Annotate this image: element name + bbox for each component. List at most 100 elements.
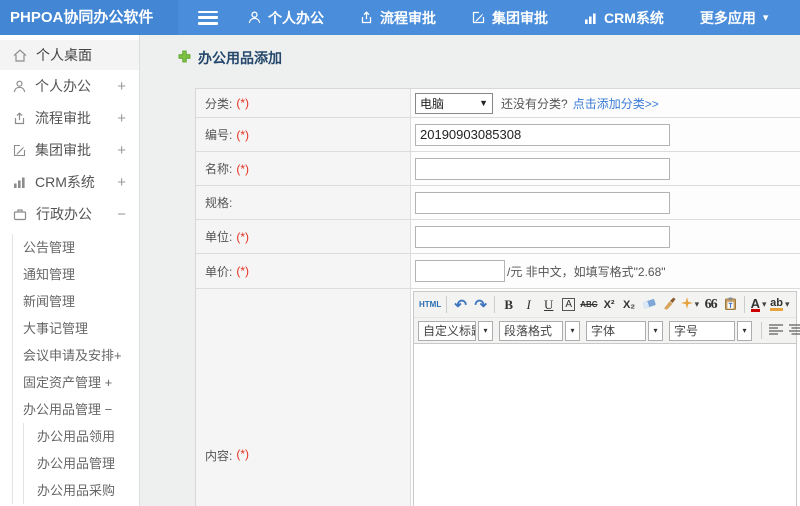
clipboard-icon [724,297,737,313]
sidebar-item-crm-system[interactable]: CRM系统 + [0,166,139,198]
align-left-icon [768,323,783,338]
sidebar-item-admin-office[interactable]: 行政办公 − [0,198,139,230]
nav-workflow-approval[interactable]: 流程审批 [360,8,436,28]
main-content: 办公用品添加 分类: (*) 电脑 ▼ 还没有分类? 点击添加分类>> 编号: … [140,35,800,506]
subscript-button[interactable]: X₂ [620,295,639,315]
sidebar-item-desktop[interactable]: 个人桌面 [0,40,139,70]
sidebar-item-workflow-approval[interactable]: 流程审批 + [0,102,139,134]
form-row-price: 单价: (*) /元 非中文，如填写格式"2.68" [196,254,800,289]
remove-format-button[interactable] [640,295,659,315]
auto-typeset-button[interactable]: ▾ [680,295,701,315]
editor-toolbar-row1: HTML ↶ ↷ B I U A ABC X² X₂ ▾ 66 A ▾ ab ▾ [414,292,796,318]
bold-button[interactable]: B [499,295,518,315]
underline-icon: U [544,296,554,312]
undo-button[interactable]: ↶ [451,295,470,315]
bar-chart-icon [13,176,26,188]
font-color-icon: A [750,295,761,312]
sidebar-item-news-mgmt[interactable]: 新闻管理 [13,288,139,315]
font-color-button[interactable]: A ▾ [749,295,768,315]
page-title: 办公用品添加 [178,50,800,66]
align-center-icon [788,323,800,338]
redo-button[interactable]: ↷ [471,295,490,315]
menu-toggle-button[interactable] [198,10,218,25]
nav-more-apps[interactable]: 更多应用 ▾ [700,8,769,28]
editor-content-area[interactable] [414,344,796,506]
spec-input[interactable] [415,191,670,214]
expand-plus: + [117,173,126,191]
top-nav: 个人办公 流程审批 集团审批 CRM系统 更多应用 ▾ [248,8,768,28]
sidebar-item-group-approval[interactable]: 集团审批 + [0,134,139,166]
topbar: PHPOA协同办公软件 个人办公 流程审批 集团审批 CRM系统 更多应用 ▾ [0,0,800,35]
superscript-button[interactable]: X² [600,295,619,315]
spec-label: 规格: [205,196,233,210]
sidebar-item-meeting-mgmt[interactable]: 会议申请及安排+ [13,342,139,369]
required-mark: (*) [236,96,250,110]
unit-label: 单位: [205,230,233,244]
form-row-unit: 单位: (*) [196,220,800,254]
edit-icon [13,144,26,157]
undo-icon: ↶ [454,296,467,314]
form-row-code: 编号: (*) [196,118,800,152]
subscript-icon: X₂ [622,298,636,311]
format-painter-button[interactable] [660,295,679,315]
admin-submenu: 公告管理 通知管理 新闻管理 大事记管理 会议申请及安排+ 固定资产管理 + 办… [12,234,139,504]
nav-personal-office[interactable]: 个人办公 [248,8,324,28]
editor-toolbar-row2: 自定义标题 ▾ 段落格式 ▾ 字体 ▾ [414,318,800,344]
sidebar-item-personal-office[interactable]: 个人办公 + [0,70,139,102]
custom-title-dropdown[interactable]: 自定义标题 ▾ [418,320,493,341]
sidebar-item-supplies-manage[interactable]: 办公用品管理 [24,450,139,477]
strikethrough-button[interactable]: ABC [579,295,598,315]
user-icon [13,80,26,93]
strikethrough-icon: ABC [580,300,598,309]
align-center-button[interactable] [786,321,800,341]
share-box-icon [13,111,26,125]
required-mark: (*) [236,161,250,176]
sidebar-item-supplies-mgmt[interactable]: 办公用品管理 − [13,396,139,423]
price-input[interactable] [415,260,505,282]
nav-crm-system[interactable]: CRM系统 [584,8,664,28]
eraser-icon [642,297,656,312]
paste-as-text-button[interactable] [721,295,740,315]
magic-wand-icon [680,297,693,312]
blockquote-button[interactable]: 66 [701,295,720,315]
expand-minus: − [117,205,126,223]
nav-group-approval[interactable]: 集团审批 [472,8,548,28]
highlight-color-button[interactable]: ab ▾ [769,295,790,315]
unit-input[interactable] [415,225,670,248]
category-label: 分类: [205,96,233,111]
italic-button[interactable]: I [519,295,538,315]
caret-down-icon: ▾ [737,320,752,341]
sidebar-item-notice-mgmt[interactable]: 通知管理 [13,261,139,288]
required-mark: (*) [236,127,250,142]
supplies-add-form: 分类: (*) 电脑 ▼ 还没有分类? 点击添加分类>> 编号: (*) 201… [195,88,800,506]
underline-button[interactable]: U [539,295,558,315]
required-mark: (*) [236,264,250,278]
required-mark: (*) [236,229,250,244]
name-input[interactable] [415,157,670,180]
no-category-hint: 还没有分类? [501,96,568,111]
add-category-link[interactable]: 点击添加分类>> [573,95,659,112]
expand-plus: + [117,109,126,127]
sidebar-item-events-mgmt[interactable]: 大事记管理 [13,315,139,342]
align-left-button[interactable] [766,321,785,341]
sidebar-item-asset-mgmt[interactable]: 固定资产管理 + [13,369,139,396]
hamburger-icon [198,10,218,13]
superscript-icon: X² [603,298,615,311]
code-input[interactable] [415,123,670,146]
sidebar-item-supplies-purchase[interactable]: 办公用品采购 [24,477,139,504]
price-label: 单价: [205,264,233,279]
share-box-icon [360,11,373,24]
font-size-dropdown[interactable]: 字号 ▾ [669,320,752,341]
html-source-button[interactable]: HTML [418,295,442,315]
code-label: 编号: [205,128,233,142]
sidebar-item-supplies-claim[interactable]: 办公用品领用 [24,423,139,450]
font-style-button[interactable]: A [559,295,578,315]
font-family-dropdown[interactable]: 字体 ▾ [586,320,663,341]
quote-icon: 66 [704,296,718,312]
bold-icon: B [504,296,514,312]
category-select[interactable]: 电脑 ▼ [415,92,493,114]
paragraph-format-dropdown[interactable]: 段落格式 ▾ [499,320,580,341]
form-row-category: 分类: (*) 电脑 ▼ 还没有分类? 点击添加分类>> [196,89,800,118]
sidebar-item-announcement-mgmt[interactable]: 公告管理 [13,234,139,261]
supplies-submenu: 办公用品领用 办公用品管理 办公用品采购 [23,423,139,504]
